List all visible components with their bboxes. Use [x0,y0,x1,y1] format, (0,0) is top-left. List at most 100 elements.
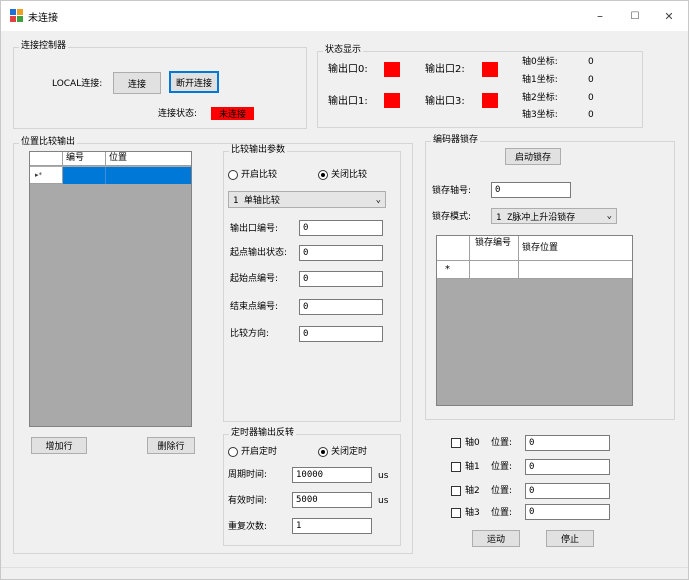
minimize-icon[interactable]: – [583,1,617,31]
axis-1-coord-label: 轴1坐标: [522,75,558,85]
latch-cell-num[interactable] [470,261,519,279]
disconnect-button[interactable]: 断开连接 [169,71,219,93]
close-compare-radio[interactable] [318,170,328,180]
direction-input[interactable]: 0 [299,326,383,342]
start-num-label: 起始点编号: [230,274,279,284]
compare-mode-select[interactable]: 1 单轴比较 ⌄ [228,191,386,208]
axis-3-coord-label: 轴3坐标: [522,110,558,120]
latch-data-grid[interactable]: 锁存编号 锁存位置 * [436,235,633,406]
timer-group-title: 定时器输出反转 [229,428,297,439]
connect-button[interactable]: 连接 [113,72,161,94]
grid-row-header[interactable]: ▸* [30,167,63,184]
latch-row-header[interactable]: * [437,261,470,279]
bottom-strip [1,567,688,579]
compare-mode-value: 1 单轴比较 [233,196,280,206]
latch-grid-corner [437,236,470,261]
axis-2-coord-value: 0 [588,93,594,103]
axis-3-pos-input[interactable]: 0 [525,504,610,520]
axis-2-pos-label: 位置: [491,486,513,496]
axis-1-label[interactable]: 轴1 [465,461,480,473]
valid-unit: us [378,496,389,506]
open-compare-label[interactable]: 开启比较 [241,169,277,181]
axis-0-checkbox[interactable] [451,438,461,448]
open-compare-radio[interactable] [228,170,238,180]
latch-col-pos[interactable]: 锁存位置 [519,236,632,261]
output-1-indicator [384,93,400,108]
axis-3-checkbox[interactable] [451,508,461,518]
output-0-indicator [384,62,400,77]
close-compare-label[interactable]: 关闭比较 [331,169,367,181]
grid-cell-pos[interactable] [106,167,191,184]
grid-cell-num[interactable] [63,167,106,184]
axis-2-label[interactable]: 轴2 [465,485,480,497]
latch-col-num[interactable]: 锁存编号 [470,236,519,261]
window-title: 未连接 [28,13,58,24]
output-0-label: 输出口0: [328,64,368,75]
axis-3-label[interactable]: 轴3 [465,507,480,519]
period-input[interactable]: 10000 [292,467,372,483]
latch-mode-label: 锁存模式: [432,212,472,222]
chevron-down-icon: ⌄ [606,211,612,221]
valid-label: 有效时间: [228,496,268,506]
out-num-label: 输出口编号: [230,224,279,234]
app-icon [10,9,23,22]
status-group [317,51,643,128]
connect-group-title: 连接控制器 [19,41,69,52]
open-timer-radio[interactable] [228,447,238,457]
start-latch-button[interactable]: 启动锁存 [505,148,561,165]
output-1-label: 输出口1: [328,96,368,107]
latch-mode-value: 1 Z脉冲上升沿锁存 [496,212,576,223]
run-button[interactable]: 运动 [472,530,520,547]
connect-status-badge: 未连接 [211,107,254,120]
local-connect-label: LOCAL连接: [52,79,103,89]
grid-col-num[interactable]: 编号 [63,152,106,166]
axis-3-coord-value: 0 [588,110,594,120]
compare-params-title: 比较输出参数 [229,145,288,156]
maximize-icon[interactable]: ☐ [618,1,652,31]
compare-output-title: 位置比较输出 [19,137,78,148]
axis-1-checkbox[interactable] [451,462,461,472]
grid-col-pos[interactable]: 位置 [106,152,191,166]
close-icon[interactable]: ✕ [652,1,686,31]
main-window: 未连接 – ☐ ✕ 连接控制器 LOCAL连接: 连接 断开连接 连接状态: 未… [0,0,689,580]
repeat-input[interactable]: 1 [292,518,372,534]
axis-0-pos-label: 位置: [491,438,513,448]
start-state-input[interactable]: 0 [299,245,383,261]
add-row-button[interactable]: 增加行 [31,437,87,454]
close-timer-label[interactable]: 关闭定时 [331,446,367,458]
end-num-label: 结束点编号: [230,302,279,312]
axis-1-pos-input[interactable]: 0 [525,459,610,475]
axis-2-coord-label: 轴2坐标: [522,93,558,103]
compare-data-grid[interactable]: 编号 位置 ▸* [29,151,192,427]
latch-cell-pos[interactable] [519,261,632,279]
output-2-indicator [482,62,498,77]
start-state-label: 起点输出状态: [230,248,288,258]
latch-axis-input[interactable]: 0 [491,182,571,198]
axis-1-coord-value: 0 [588,75,594,85]
open-timer-label[interactable]: 开启定时 [241,446,277,458]
close-timer-radio[interactable] [318,447,328,457]
axis-3-pos-label: 位置: [491,508,513,518]
stop-button[interactable]: 停止 [546,530,594,547]
axis-0-label[interactable]: 轴0 [465,437,480,449]
chevron-down-icon: ⌄ [375,194,381,205]
axis-2-pos-input[interactable]: 0 [525,483,610,499]
end-num-input[interactable]: 0 [299,299,383,315]
latch-mode-select[interactable]: 1 Z脉冲上升沿锁存 ⌄ [491,208,617,224]
repeat-label: 重复次数: [228,522,268,532]
valid-input[interactable]: 5000 [292,492,372,508]
period-label: 周期时间: [228,470,268,480]
direction-label: 比较方向: [230,329,270,339]
connect-status-label: 连接状态: [158,109,198,119]
status-group-title: 状态显示 [323,45,364,56]
title-bar: 未连接 – ☐ ✕ [1,1,688,31]
grid-corner-header [30,152,63,166]
encoder-latch-title: 编码器锁存 [431,135,481,146]
axis-0-pos-input[interactable]: 0 [525,435,610,451]
start-num-input[interactable]: 0 [299,271,383,287]
out-num-input[interactable]: 0 [299,220,383,236]
axis-2-checkbox[interactable] [451,486,461,496]
axis-0-coord-value: 0 [588,57,594,67]
delete-row-button[interactable]: 删除行 [147,437,195,454]
axis-0-coord-label: 轴0坐标: [522,57,558,67]
